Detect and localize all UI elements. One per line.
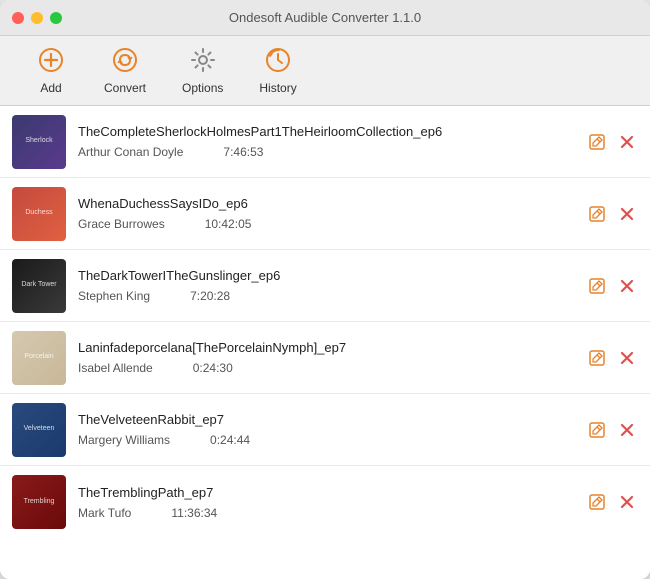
book-title: TheDarkTowerITheGunslinger_ep6 (78, 268, 574, 283)
book-meta: Stephen King 7:20:28 (78, 289, 574, 303)
book-meta: Arthur Conan Doyle 7:46:53 (78, 145, 574, 159)
book-cover: Porcelain (12, 331, 66, 385)
options-icon (189, 46, 217, 78)
book-cover: Trembling (12, 475, 66, 529)
book-actions (586, 203, 638, 225)
book-author: Arthur Conan Doyle (78, 145, 183, 159)
add-toolbar-item[interactable]: Add (16, 42, 86, 99)
delete-button[interactable] (616, 131, 638, 153)
traffic-lights (12, 12, 62, 24)
window-title: Ondesoft Audible Converter 1.1.0 (229, 10, 421, 25)
book-duration: 11:36:34 (171, 506, 217, 520)
book-title: Laninfadeporcelana[ThePorcelainNymph]_ep… (78, 340, 574, 355)
title-bar: Ondesoft Audible Converter 1.1.0 (0, 0, 650, 36)
convert-label: Convert (104, 81, 146, 95)
toolbar: Add Convert Options (0, 36, 650, 106)
delete-button[interactable] (616, 419, 638, 441)
book-list: Sherlock TheCompleteSherlockHolmesPart1T… (0, 106, 650, 579)
book-info: TheVelveteenRabbit_ep7 Margery Williams … (66, 412, 586, 447)
book-row: Dark Tower TheDarkTowerITheGunslinger_ep… (0, 250, 650, 322)
book-row: Trembling TheTremblingPath_ep7 Mark Tufo… (0, 466, 650, 538)
cover-text: Dark Tower (17, 277, 60, 293)
book-author: Grace Burrowes (78, 217, 165, 231)
delete-button[interactable] (616, 203, 638, 225)
book-cover: Dark Tower (12, 259, 66, 313)
maximize-button[interactable] (50, 12, 62, 24)
book-title: TheCompleteSherlockHolmesPart1TheHeirloo… (78, 124, 574, 139)
edit-button[interactable] (586, 131, 608, 153)
cover-text: Trembling (20, 494, 59, 510)
book-info: TheDarkTowerITheGunslinger_ep6 Stephen K… (66, 268, 586, 303)
history-label: History (259, 81, 296, 95)
book-title: TheTremblingPath_ep7 (78, 485, 574, 500)
book-meta: Mark Tufo 11:36:34 (78, 506, 574, 520)
add-label: Add (40, 81, 61, 95)
book-author: Isabel Allende (78, 361, 153, 375)
edit-button[interactable] (586, 419, 608, 441)
cover-text: Porcelain (20, 349, 57, 365)
book-title: WhenaDuchessSaysIDo_ep6 (78, 196, 574, 211)
app-window: Ondesoft Audible Converter 1.1.0 Add (0, 0, 650, 579)
book-info: WhenaDuchessSaysIDo_ep6 Grace Burrowes 1… (66, 196, 586, 231)
book-cover: Duchess (12, 187, 66, 241)
book-duration: 0:24:44 (210, 433, 250, 447)
book-row: Porcelain Laninfadeporcelana[ThePorcelai… (0, 322, 650, 394)
close-button[interactable] (12, 12, 24, 24)
book-title: TheVelveteenRabbit_ep7 (78, 412, 574, 427)
minimize-button[interactable] (31, 12, 43, 24)
edit-button[interactable] (586, 203, 608, 225)
book-actions (586, 131, 638, 153)
delete-button[interactable] (616, 347, 638, 369)
book-actions (586, 419, 638, 441)
options-toolbar-item[interactable]: Options (164, 42, 241, 99)
add-icon (37, 46, 65, 78)
book-author: Stephen King (78, 289, 150, 303)
cover-text: Velveteen (20, 421, 59, 437)
book-duration: 7:20:28 (190, 289, 230, 303)
book-row: Duchess WhenaDuchessSaysIDo_ep6 Grace Bu… (0, 178, 650, 250)
options-label: Options (182, 81, 223, 95)
book-duration: 10:42:05 (205, 217, 252, 231)
delete-button[interactable] (616, 275, 638, 297)
convert-icon (111, 46, 139, 78)
edit-button[interactable] (586, 275, 608, 297)
history-icon (264, 46, 292, 78)
book-author: Mark Tufo (78, 506, 131, 520)
book-info: TheCompleteSherlockHolmesPart1TheHeirloo… (66, 124, 586, 159)
book-info: Laninfadeporcelana[ThePorcelainNymph]_ep… (66, 340, 586, 375)
book-actions (586, 275, 638, 297)
cover-text: Duchess (21, 205, 56, 221)
book-duration: 7:46:53 (223, 145, 263, 159)
book-row: Velveteen TheVelveteenRabbit_ep7 Margery… (0, 394, 650, 466)
book-row: Sherlock TheCompleteSherlockHolmesPart1T… (0, 106, 650, 178)
book-author: Margery Williams (78, 433, 170, 447)
book-cover: Velveteen (12, 403, 66, 457)
delete-button[interactable] (616, 491, 638, 513)
book-info: TheTremblingPath_ep7 Mark Tufo 11:36:34 (66, 485, 586, 520)
book-meta: Grace Burrowes 10:42:05 (78, 217, 574, 231)
book-duration: 0:24:30 (193, 361, 233, 375)
book-meta: Margery Williams 0:24:44 (78, 433, 574, 447)
cover-text: Sherlock (21, 133, 56, 149)
book-meta: Isabel Allende 0:24:30 (78, 361, 574, 375)
edit-button[interactable] (586, 347, 608, 369)
convert-toolbar-item[interactable]: Convert (86, 42, 164, 99)
edit-button[interactable] (586, 491, 608, 513)
book-actions (586, 347, 638, 369)
history-toolbar-item[interactable]: History (241, 42, 314, 99)
book-cover: Sherlock (12, 115, 66, 169)
book-actions (586, 491, 638, 513)
